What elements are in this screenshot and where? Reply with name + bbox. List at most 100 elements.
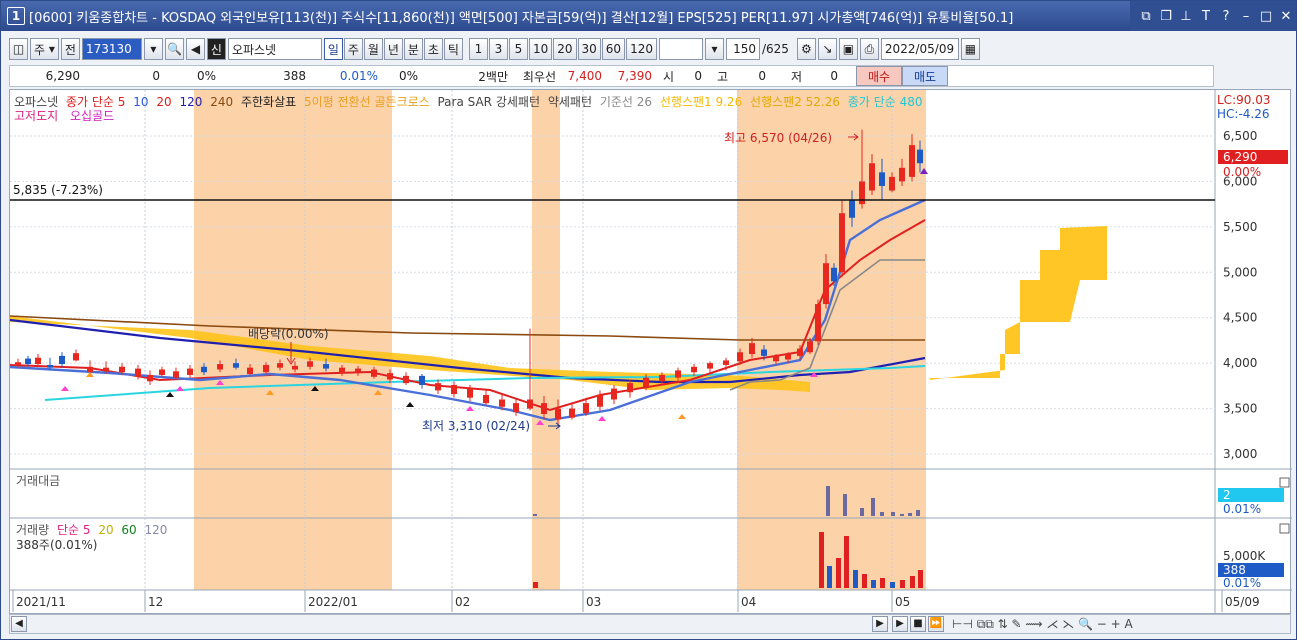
copy-icon[interactable]: ❐ — [1156, 9, 1176, 24]
chart-scrollbar[interactable]: ◀ ▶ ▶ ■ ⏩ ⊢⊣ ⧉⧉ ⇅ ✎ ⟿ ⋌ ⋋ 🔍 − + A — [9, 614, 1291, 634]
tab-3[interactable]: 년 — [383, 38, 403, 60]
close-icon[interactable]: ✕ — [1276, 9, 1296, 24]
amount-bar-2 — [843, 494, 847, 516]
interval-30[interactable]: 30 — [577, 38, 601, 60]
tab-6[interactable]: 틱 — [443, 38, 463, 60]
legend-span2: 선행스팬2 52.26 — [750, 95, 841, 109]
signal-arrow-3 — [176, 386, 184, 391]
quote-change: 0 — [152, 69, 160, 83]
candle-body-7 — [103, 367, 109, 371]
scroll-tools[interactable]: ⊢⊣ ⧉⧉ ⇅ ✎ ⟿ ⋌ ⋋ 🔍 − + A — [952, 617, 1133, 632]
volume-title: 거래량 — [16, 523, 50, 537]
sound-icon[interactable]: ◀ — [185, 38, 205, 60]
volume-ma20: 20 — [98, 523, 114, 537]
font-icon[interactable]: T — [1196, 9, 1216, 24]
open-label: 시 — [662, 69, 674, 84]
pin-icon[interactable]: ⊥ — [1176, 9, 1196, 24]
quote-v2: 0% — [398, 69, 418, 83]
minimize-icon[interactable]: – — [1236, 9, 1256, 24]
candle-body-33 — [499, 399, 505, 407]
legend-ma240: 240 — [210, 95, 234, 109]
window-number: 1 — [7, 7, 25, 25]
high-annotation: 최고 6,570 (04/26) — [724, 131, 832, 145]
layout-icon[interactable]: ◫ — [9, 38, 28, 60]
legend-hc: HC:-4.26 — [1217, 107, 1270, 121]
candle-body-25 — [371, 369, 377, 377]
legend-ma120: 120 — [179, 95, 203, 109]
legend-row: 오파스넷 종가 단순 5 10 20 120 240 주한화살표 5이평 전환선… — [14, 93, 923, 110]
candle-body-43 — [643, 377, 649, 387]
interval-5[interactable]: 5 — [508, 38, 528, 60]
play-icon[interactable]: ▶ — [892, 616, 908, 632]
prev-button[interactable]: 전 — [60, 38, 80, 60]
interval-10[interactable]: 10 — [528, 38, 553, 60]
print-icon[interactable]: ⎙ — [859, 38, 879, 60]
count-input[interactable]: 150 — [725, 38, 760, 60]
fast-forward-icon[interactable]: ⏩ — [928, 616, 944, 632]
stock-name[interactable]: 오파스넷 — [227, 38, 322, 60]
price-tick-6: 3,500 — [1223, 402, 1257, 416]
interval-3[interactable]: 3 — [488, 38, 508, 60]
candle-body-12 — [173, 371, 179, 378]
chart-window: 1 [0600] 키움종합차트 - KOSDAQ 외국인보유[113(천)] 주… — [0, 0, 1297, 640]
scroll-left-icon[interactable]: ◀ — [11, 616, 27, 632]
interval-input[interactable] — [658, 38, 703, 60]
interval-120[interactable]: 120 — [626, 38, 657, 60]
interval-20[interactable]: 20 — [553, 38, 577, 60]
code-dropdown-icon[interactable]: ▾ — [143, 38, 163, 60]
candle-body-63 — [879, 172, 885, 186]
candle-body-16 — [233, 363, 239, 368]
interval-dropdown-icon[interactable]: ▾ — [704, 38, 724, 60]
legend-row-2: 고저도지 오십골드 — [14, 107, 114, 124]
price-chart-svg[interactable]: 6,5006,0005,5005,0004,5004,0003,5003,000… — [10, 90, 1292, 615]
help-icon[interactable]: ? — [1216, 9, 1236, 24]
scroll-right-icon[interactable]: ▶ — [872, 616, 888, 632]
amount-bar-1 — [826, 486, 830, 516]
code-input[interactable]: 173130 — [81, 38, 142, 60]
candle-body-50 — [749, 343, 755, 355]
amount-bar-9 — [916, 510, 920, 516]
high-label: 고 — [716, 69, 728, 84]
dividend-annotation: 배당락(0.00%) — [248, 327, 329, 341]
volume-sub: 388주(0.01%) — [16, 538, 98, 552]
tab-2[interactable]: 월 — [363, 38, 383, 60]
save-icon[interactable]: ▣ — [838, 38, 858, 60]
candle-body-5 — [73, 353, 79, 361]
main-toolbar: ◫ 주 ▾ 전 173130 ▾ 🔍 ◀ 신 오파스넷 일주월년분초틱 1351… — [9, 37, 980, 61]
restore-icon[interactable]: ⧉ — [1136, 9, 1156, 24]
maximize-icon[interactable]: □ — [1256, 9, 1276, 24]
candle-body-49 — [737, 352, 743, 362]
calendar-icon[interactable]: ▦ — [960, 38, 980, 60]
candle-body-18 — [263, 364, 269, 373]
volume-bar-0 — [533, 582, 538, 588]
candle-body-62 — [869, 163, 875, 191]
candle-body-17 — [247, 367, 253, 375]
tab-1[interactable]: 주 — [343, 38, 363, 60]
amount-bar-0 — [533, 514, 537, 516]
volume-bar-12 — [918, 570, 923, 588]
settings-icon[interactable]: ⚙ — [796, 38, 816, 60]
best-label: 최우선 — [522, 69, 556, 84]
buy-button[interactable]: 매수 — [856, 66, 902, 86]
sell-button[interactable]: 매도 — [902, 66, 948, 86]
draw-icon[interactable]: ↘ — [817, 38, 837, 60]
tab-4[interactable]: 분 — [403, 38, 423, 60]
legend-psar: Para SAR 강세패턴 — [437, 95, 540, 109]
candle-body-67 — [917, 149, 923, 164]
period-select[interactable]: 주 ▾ — [30, 38, 59, 60]
stop-icon[interactable]: ■ — [910, 616, 926, 632]
search-icon[interactable]: 🔍 — [164, 38, 184, 60]
interval-1[interactable]: 1 — [468, 38, 488, 60]
amount-bar-5 — [880, 512, 884, 516]
quote-rate: 0% — [196, 69, 216, 83]
tab-0[interactable]: 일 — [323, 38, 343, 60]
date-input[interactable]: 2022/05/09 — [880, 38, 959, 60]
interval-numbers: 1 3 5 10 20 30 60 120 — [468, 38, 657, 60]
tab-5[interactable]: 초 — [423, 38, 443, 60]
window-title: [0600] 키움종합차트 - KOSDAQ 외국인보유[113(천)] 주식수… — [29, 10, 1014, 26]
legend-ma10: 10 — [133, 95, 149, 109]
interval-60[interactable]: 60 — [601, 38, 626, 60]
chart-area[interactable]: 6,500 6,000 5,500 5,000 4,500 4,000 3,500 3,000… — [9, 89, 1292, 615]
legend-ma480: 종가 단순 480 — [847, 95, 923, 109]
candle-body-54 — [797, 348, 803, 356]
